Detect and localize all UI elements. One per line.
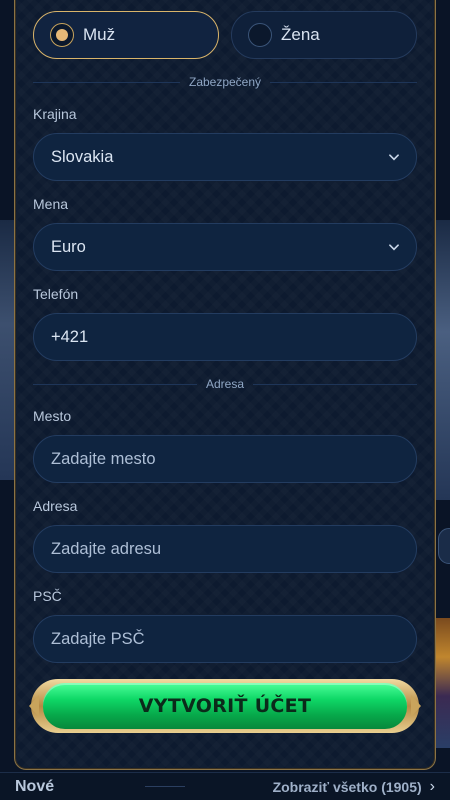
radio-selected-icon — [50, 23, 74, 47]
new-games-bar: Nové Zobraziť všetko (1905) › — [0, 772, 450, 800]
phone-label: Telefón — [33, 286, 79, 302]
currency-select[interactable]: Euro — [33, 223, 417, 271]
city-placeholder: Zadajte mesto — [51, 449, 156, 468]
zip-input[interactable]: Zadajte PSČ — [33, 615, 417, 663]
section-title-new: Nové — [15, 777, 55, 795]
zip-placeholder: Zadajte PSČ — [51, 629, 145, 648]
chevron-down-icon — [389, 152, 399, 162]
background-game-art-right — [436, 220, 450, 500]
section-divider-secure: Zabezpečený — [33, 75, 417, 89]
background-pill — [438, 528, 450, 564]
phone-value: +421 — [51, 327, 89, 346]
background-game-thumbnail — [436, 618, 450, 748]
zip-label: PSČ — [33, 588, 62, 604]
country-select[interactable]: Slovakia — [33, 133, 417, 181]
background-game-art-left — [0, 220, 14, 480]
gender-selector: Muž Žena — [33, 11, 417, 59]
chevron-right-icon[interactable]: › — [430, 778, 435, 796]
gender-option-male[interactable]: Muž — [33, 11, 219, 59]
gender-option-label: Žena — [281, 25, 320, 44]
gender-option-label: Muž — [83, 25, 116, 44]
address-label: Adresa — [33, 498, 78, 514]
chevron-down-icon — [389, 242, 399, 252]
address-input[interactable]: Zadajte adresu — [33, 525, 417, 573]
create-account-button-frame: VYTVORIŤ ÚČET — [29, 679, 421, 733]
country-label: Krajina — [33, 106, 77, 122]
gender-option-female[interactable]: Žena — [231, 11, 417, 59]
section-divider-address: Adresa — [33, 377, 417, 391]
view-all-link[interactable]: Zobraziť všetko (1905) — [273, 779, 422, 795]
section-title: Adresa — [205, 377, 245, 391]
phone-field[interactable]: +421 — [33, 313, 417, 361]
ornament-left — [29, 695, 39, 717]
section-title: Zabezpečený — [188, 75, 262, 89]
country-value: Slovakia — [51, 147, 114, 166]
radio-unselected-icon — [248, 23, 272, 47]
address-placeholder: Zadajte adresu — [51, 539, 162, 558]
city-label: Mesto — [33, 408, 72, 424]
city-input[interactable]: Zadajte mesto — [33, 435, 417, 483]
ornament-right — [411, 695, 421, 717]
currency-value: Euro — [51, 237, 86, 256]
currency-label: Mena — [33, 196, 69, 212]
create-account-button[interactable]: VYTVORIŤ ÚČET — [43, 683, 407, 729]
ornament-divider — [145, 786, 185, 792]
